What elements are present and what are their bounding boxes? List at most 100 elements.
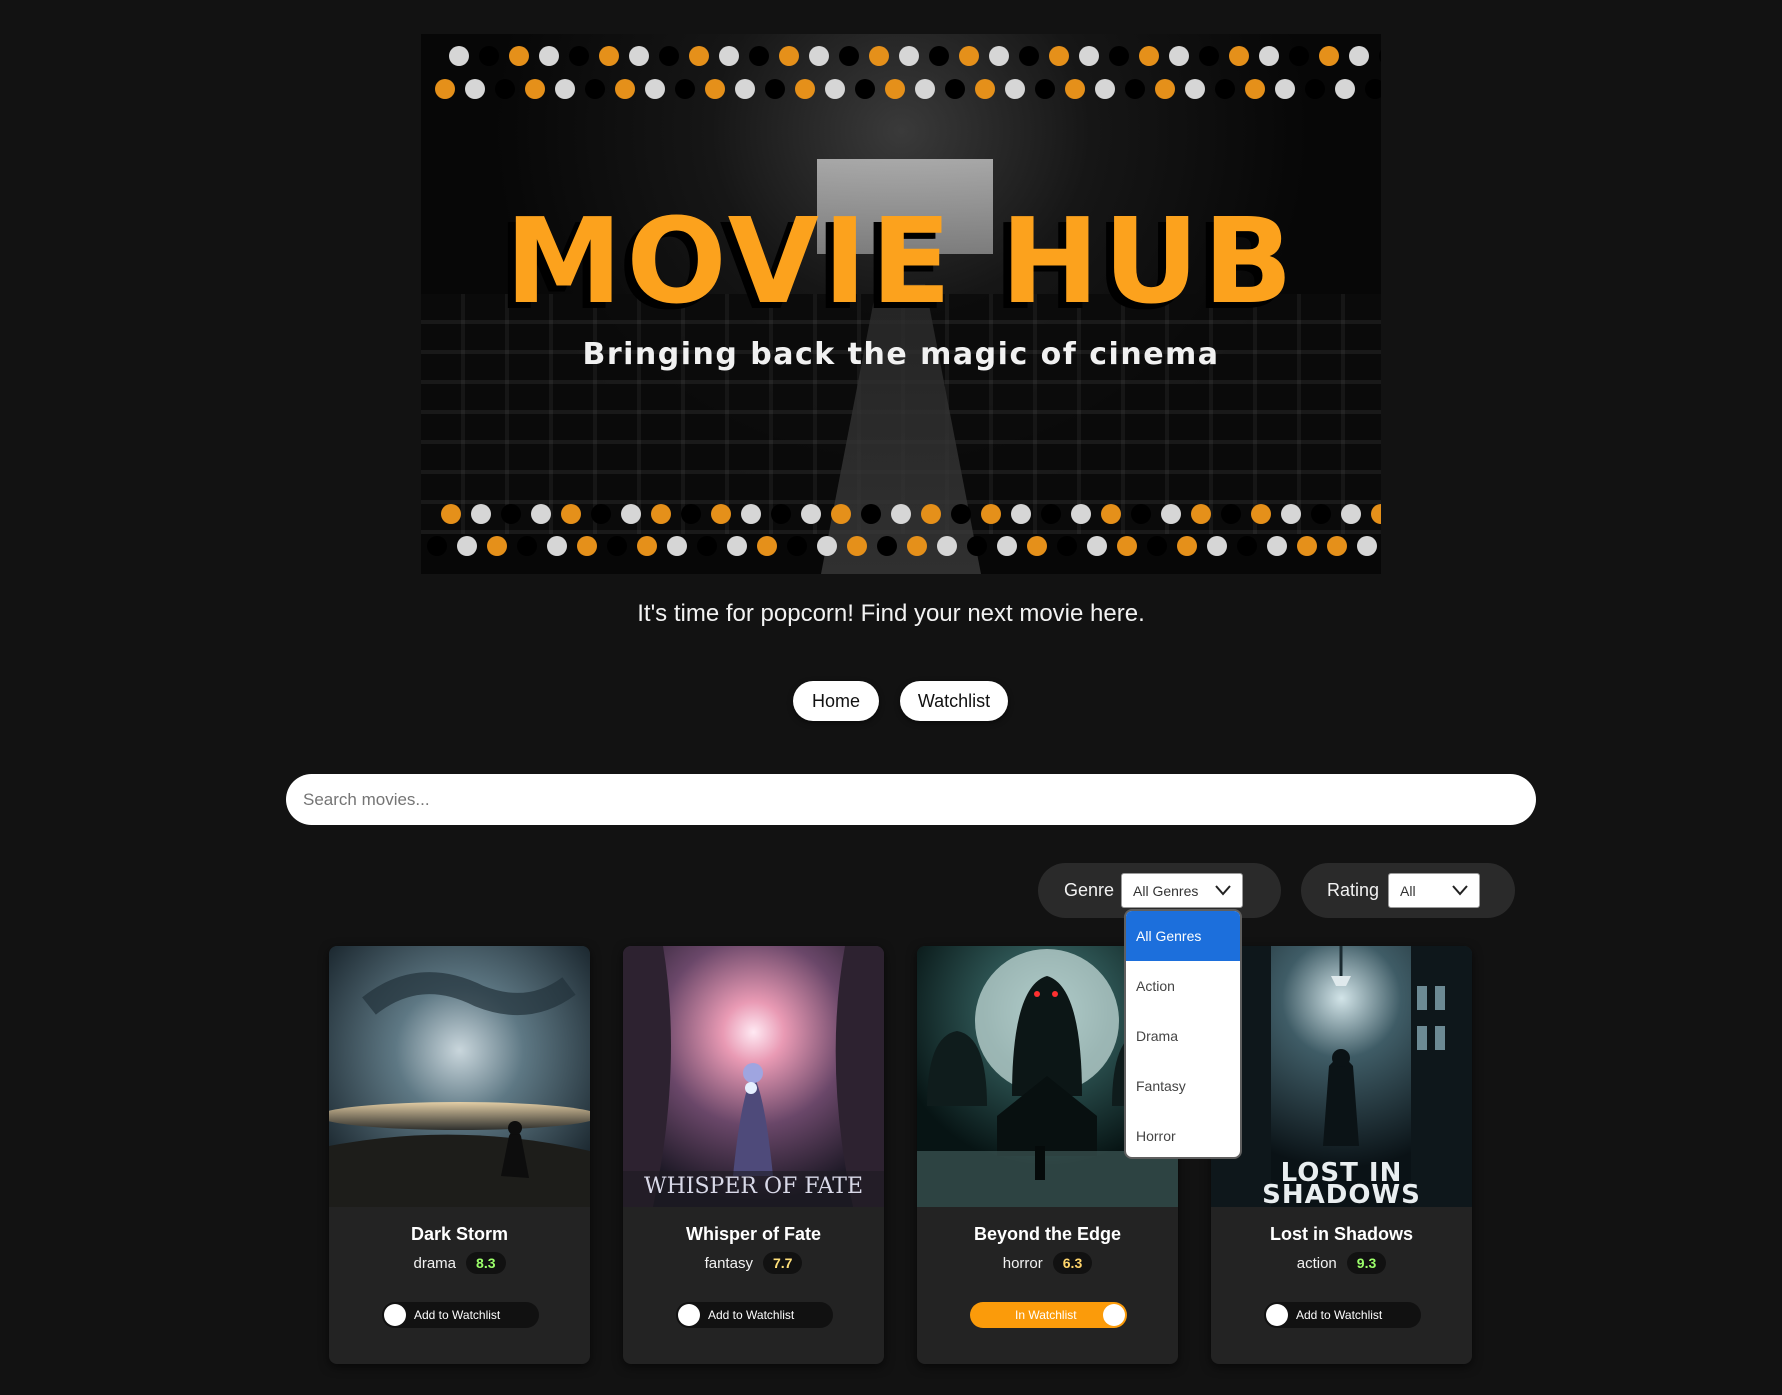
toggle-knob: [1103, 1304, 1125, 1326]
marquee-light: [711, 504, 731, 524]
marquee-light: [719, 46, 739, 66]
rating-select[interactable]: All: [1388, 873, 1480, 908]
watchlist-button[interactable]: Watchlist: [900, 681, 1008, 721]
home-button[interactable]: Home: [793, 681, 879, 721]
marquee-light: [817, 536, 837, 556]
marquee-light: [651, 504, 671, 524]
marquee-light: [885, 79, 905, 99]
marquee-light: [525, 79, 545, 99]
genre-option[interactable]: Horror: [1126, 1111, 1240, 1157]
watchlist-toggle-label: Add to Watchlist: [708, 1308, 795, 1322]
marquee-light: [599, 46, 619, 66]
movie-title: Dark Storm: [410, 1224, 509, 1244]
rating-label: Rating: [1327, 880, 1380, 900]
marquee-light: [1319, 46, 1339, 66]
marquee-light: [765, 79, 785, 99]
marquee-light: [1357, 536, 1377, 556]
hero-subtitle: Bringing back the magic of cinema: [582, 337, 1220, 372]
movie-card[interactable]: LOST IN SHADOWS Lost in Shadows action 9…: [1211, 946, 1472, 1364]
marquee-light: [607, 536, 627, 556]
marquee-light: [839, 46, 859, 66]
marquee-light: [997, 536, 1017, 556]
movie-meta: action 9.3: [1211, 1252, 1472, 1274]
watchlist-toggle[interactable]: Add to Watchlist: [382, 1302, 539, 1328]
marquee-light: [659, 46, 679, 66]
genre-select[interactable]: All Genres: [1121, 873, 1243, 908]
movie-poster: LOST IN SHADOWS: [1211, 946, 1472, 1207]
marquee-light: [937, 536, 957, 556]
marquee-light: [967, 536, 987, 556]
movie-title: Lost in Shadows: [1269, 1224, 1413, 1244]
marquee-light: [465, 79, 485, 99]
marquee-light: [547, 536, 567, 556]
chevron-down-icon: [1215, 885, 1231, 896]
marquee-light: [1275, 79, 1295, 99]
marquee-light: [645, 79, 665, 99]
marquee-light: [891, 504, 911, 524]
marquee-light: [1005, 79, 1025, 99]
watchlist-toggle[interactable]: Add to Watchlist: [1264, 1302, 1421, 1328]
marquee-light: [667, 536, 687, 556]
watchlist-toggle-label: Add to Watchlist: [414, 1308, 501, 1322]
marquee-light: [441, 504, 461, 524]
rating-filter: Rating All: [1301, 863, 1515, 918]
movie-title: Beyond the Edge: [973, 1224, 1121, 1244]
marquee-light: [1011, 504, 1031, 524]
marquee-light: [801, 504, 821, 524]
movie-card[interactable]: Dark Storm drama 8.3 Add to Watchlist: [329, 946, 590, 1364]
marquee-light: [1289, 46, 1309, 66]
marquee-light: [449, 46, 469, 66]
movie-genre: horror: [1002, 1254, 1043, 1272]
watchlist-toggle[interactable]: Add to Watchlist: [676, 1302, 833, 1328]
poster-text: LOST IN SHADOWS: [1262, 1158, 1421, 1207]
rating-badge: 7.7: [762, 1252, 803, 1274]
marquee-light: [621, 504, 641, 524]
marquee-light: [1199, 46, 1219, 66]
marquee-light: [1019, 46, 1039, 66]
marquee-light: [427, 536, 447, 556]
genre-option[interactable]: Drama: [1126, 1011, 1240, 1061]
marquee-light: [899, 46, 919, 66]
movie-card[interactable]: WHISPER OF FATE Whisper of Fate fantasy …: [623, 946, 884, 1364]
marquee-light: [989, 46, 1009, 66]
marquee-light: [1109, 46, 1129, 66]
marquee-light: [1095, 79, 1115, 99]
marquee-light: [1065, 79, 1085, 99]
marquee-light: [435, 79, 455, 99]
marquee-light: [569, 46, 589, 66]
marquee-light: [561, 504, 581, 524]
marquee-light: [1191, 504, 1211, 524]
marquee-light: [757, 536, 777, 556]
marquee-light: [1267, 536, 1287, 556]
toggle-knob: [384, 1304, 406, 1326]
marquee-light: [1221, 504, 1241, 524]
marquee-light: [555, 79, 575, 99]
marquee-light: [517, 536, 537, 556]
movie-meta: fantasy 7.7: [623, 1252, 884, 1274]
marquee-light: [855, 79, 875, 99]
marquee-light: [945, 79, 965, 99]
marquee-light: [681, 504, 701, 524]
genre-option[interactable]: Fantasy: [1126, 1061, 1240, 1111]
marquee-light: [915, 79, 935, 99]
marquee-light: [577, 536, 597, 556]
marquee-light: [697, 536, 717, 556]
toggle-knob: [1266, 1304, 1288, 1326]
marquee-light: [749, 46, 769, 66]
genre-option[interactable]: Action: [1126, 961, 1240, 1011]
marquee-light: [1057, 536, 1077, 556]
marquee-light: [951, 504, 971, 524]
genre-option[interactable]: All Genres: [1126, 911, 1240, 961]
marquee-light: [809, 46, 829, 66]
marquee-light: [471, 504, 491, 524]
search-input[interactable]: [286, 774, 1536, 825]
marquee-light: [727, 536, 747, 556]
poster-text: WHISPER OF FATE: [643, 1174, 864, 1199]
rating-select-value: All: [1400, 882, 1416, 899]
marquee-light: [869, 46, 889, 66]
marquee-light: [585, 79, 605, 99]
marquee-light: [1161, 504, 1181, 524]
marquee-light: [735, 79, 755, 99]
watchlist-toggle[interactable]: In Watchlist: [970, 1302, 1127, 1328]
marquee-light: [689, 46, 709, 66]
